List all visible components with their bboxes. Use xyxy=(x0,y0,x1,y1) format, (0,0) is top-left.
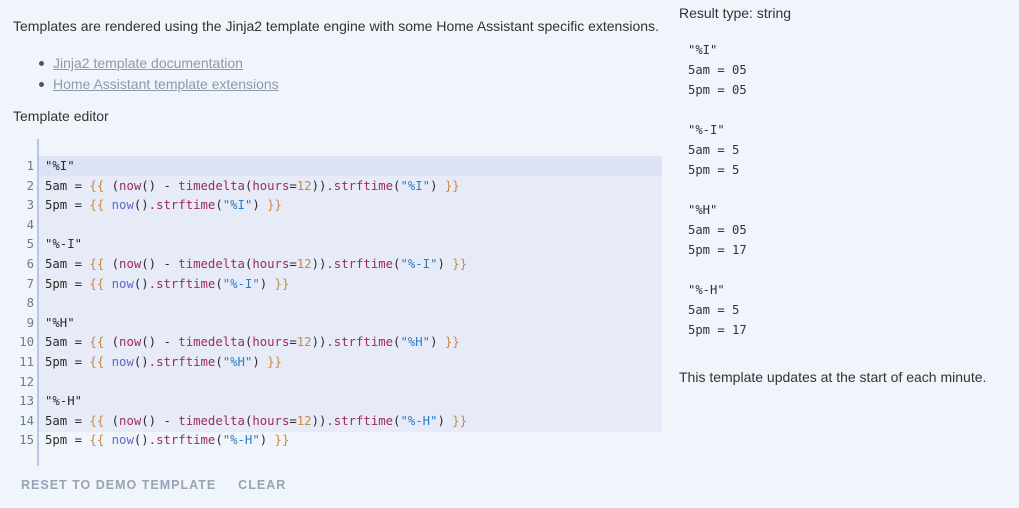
code-line[interactable]: 2 5am = {{ (now() - timedelta(hours=12))… xyxy=(13,177,467,197)
code-line[interactable]: 14 5am = {{ (now() - timedelta(hours=12)… xyxy=(13,412,467,432)
output-line: "%-H" xyxy=(688,283,725,297)
reset-demo-template-button[interactable]: RESET TO DEMO TEMPLATE xyxy=(13,476,224,494)
intro-text: Templates are rendered using the Jinja2 … xyxy=(13,18,659,34)
code-line[interactable]: 12 xyxy=(13,373,467,393)
line-number: 3 xyxy=(26,198,34,213)
output-line: "%H" xyxy=(688,203,718,217)
line-text[interactable]: "%I" xyxy=(34,157,75,177)
line-number: 4 xyxy=(26,217,34,232)
output-line: 5am = 05 xyxy=(688,63,747,77)
jinja2-docs-link[interactable]: Jinja2 template documentation xyxy=(53,55,243,71)
line-text[interactable]: "%-H" xyxy=(34,392,82,412)
line-number: 15 xyxy=(19,433,34,448)
list-item: Home Assistant template extensions xyxy=(37,74,279,95)
line-text[interactable] xyxy=(34,373,45,393)
code-line[interactable]: 1 "%I" xyxy=(13,157,467,177)
line-text[interactable]: 5am = {{ (now() - timedelta(hours=12)).s… xyxy=(34,177,460,197)
line-number: 9 xyxy=(26,315,34,330)
clear-button[interactable]: CLEAR xyxy=(230,476,294,494)
line-number: 12 xyxy=(19,374,34,389)
ha-template-extensions-link[interactable]: Home Assistant template extensions xyxy=(53,76,279,92)
doc-links: Jinja2 template documentation Home Assis… xyxy=(37,53,279,95)
code-line[interactable]: 5 "%-I" xyxy=(13,235,467,255)
editor-label: Template editor xyxy=(13,108,109,124)
code-line[interactable]: 10 5am = {{ (now() - timedelta(hours=12)… xyxy=(13,333,467,353)
output-line: "%I" xyxy=(688,43,718,57)
list-item: Jinja2 template documentation xyxy=(37,53,279,74)
output-line: 5am = 5 xyxy=(688,303,740,317)
line-text[interactable] xyxy=(34,216,45,236)
code-line[interactable]: 13 "%-H" xyxy=(13,392,467,412)
code-lines[interactable]: 1 "%I" 2 5am = {{ (now() - timedelta(hou… xyxy=(13,157,467,451)
code-line[interactable]: 6 5am = {{ (now() - timedelta(hours=12))… xyxy=(13,255,468,275)
editor-actions: RESET TO DEMO TEMPLATE CLEAR xyxy=(13,476,294,494)
line-number: 6 xyxy=(26,256,34,271)
output-line: "%-I" xyxy=(688,123,725,137)
template-editor[interactable]: 1 "%I" 2 5am = {{ (now() - timedelta(hou… xyxy=(13,139,662,466)
result-type-label: Result type: string xyxy=(679,5,792,21)
line-number: 2 xyxy=(26,178,34,193)
line-number: 5 xyxy=(26,237,34,252)
code-line[interactable]: 9 "%H" xyxy=(13,314,467,334)
line-text[interactable] xyxy=(34,294,45,314)
line-text[interactable]: 5pm = {{ now().strftime("%-H") }} xyxy=(34,431,289,451)
line-number: 14 xyxy=(19,413,34,428)
output-line: 5am = 5 xyxy=(688,143,740,157)
code-line[interactable]: 11 5pm = {{ now().strftime("%H") }} xyxy=(13,353,467,373)
code-line[interactable]: 15 5pm = {{ now().strftime("%-H") }} xyxy=(13,431,467,451)
line-text[interactable]: 5pm = {{ now().strftime("%-I") }} xyxy=(34,275,289,295)
code-line[interactable]: 7 5pm = {{ now().strftime("%-I") }} xyxy=(13,275,467,295)
line-text[interactable]: "%-I" xyxy=(34,235,82,255)
line-number: 7 xyxy=(26,276,34,291)
output-line: 5pm = 5 xyxy=(688,163,740,177)
output-line: 5pm = 05 xyxy=(688,83,747,97)
line-text[interactable]: 5am = {{ (now() - timedelta(hours=12)).s… xyxy=(34,255,467,275)
line-text[interactable]: 5am = {{ (now() - timedelta(hours=12)).s… xyxy=(34,412,467,432)
line-text[interactable]: 5am = {{ (now() - timedelta(hours=12)).s… xyxy=(34,333,460,353)
code-line[interactable]: 8 xyxy=(13,294,467,314)
update-note: This template updates at the start of ea… xyxy=(679,369,987,385)
line-number: 1 xyxy=(26,159,34,173)
line-number: 11 xyxy=(19,354,34,369)
output-line: 5pm = 17 xyxy=(688,323,747,337)
line-text[interactable]: 5pm = {{ now().strftime("%I") }} xyxy=(34,196,282,216)
line-text[interactable]: 5pm = {{ now().strftime("%H") }} xyxy=(34,353,282,373)
line-number: 13 xyxy=(19,394,34,409)
line-text[interactable]: "%H" xyxy=(34,314,75,334)
output-line: 5am = 05 xyxy=(688,223,747,237)
line-number: 8 xyxy=(26,296,34,311)
result-panel: Result type: string "%I" 5am = 05 5pm = … xyxy=(679,5,1009,340)
line-number: 10 xyxy=(19,335,34,350)
output-line: 5pm = 17 xyxy=(688,243,747,257)
code-line[interactable]: 4 xyxy=(13,216,467,236)
code-line[interactable]: 3 5pm = {{ now().strftime("%I") }} xyxy=(13,196,467,216)
rendered-output: "%I" 5am = 05 5pm = 05 "%-I" 5am = 5 5pm… xyxy=(679,40,1009,340)
